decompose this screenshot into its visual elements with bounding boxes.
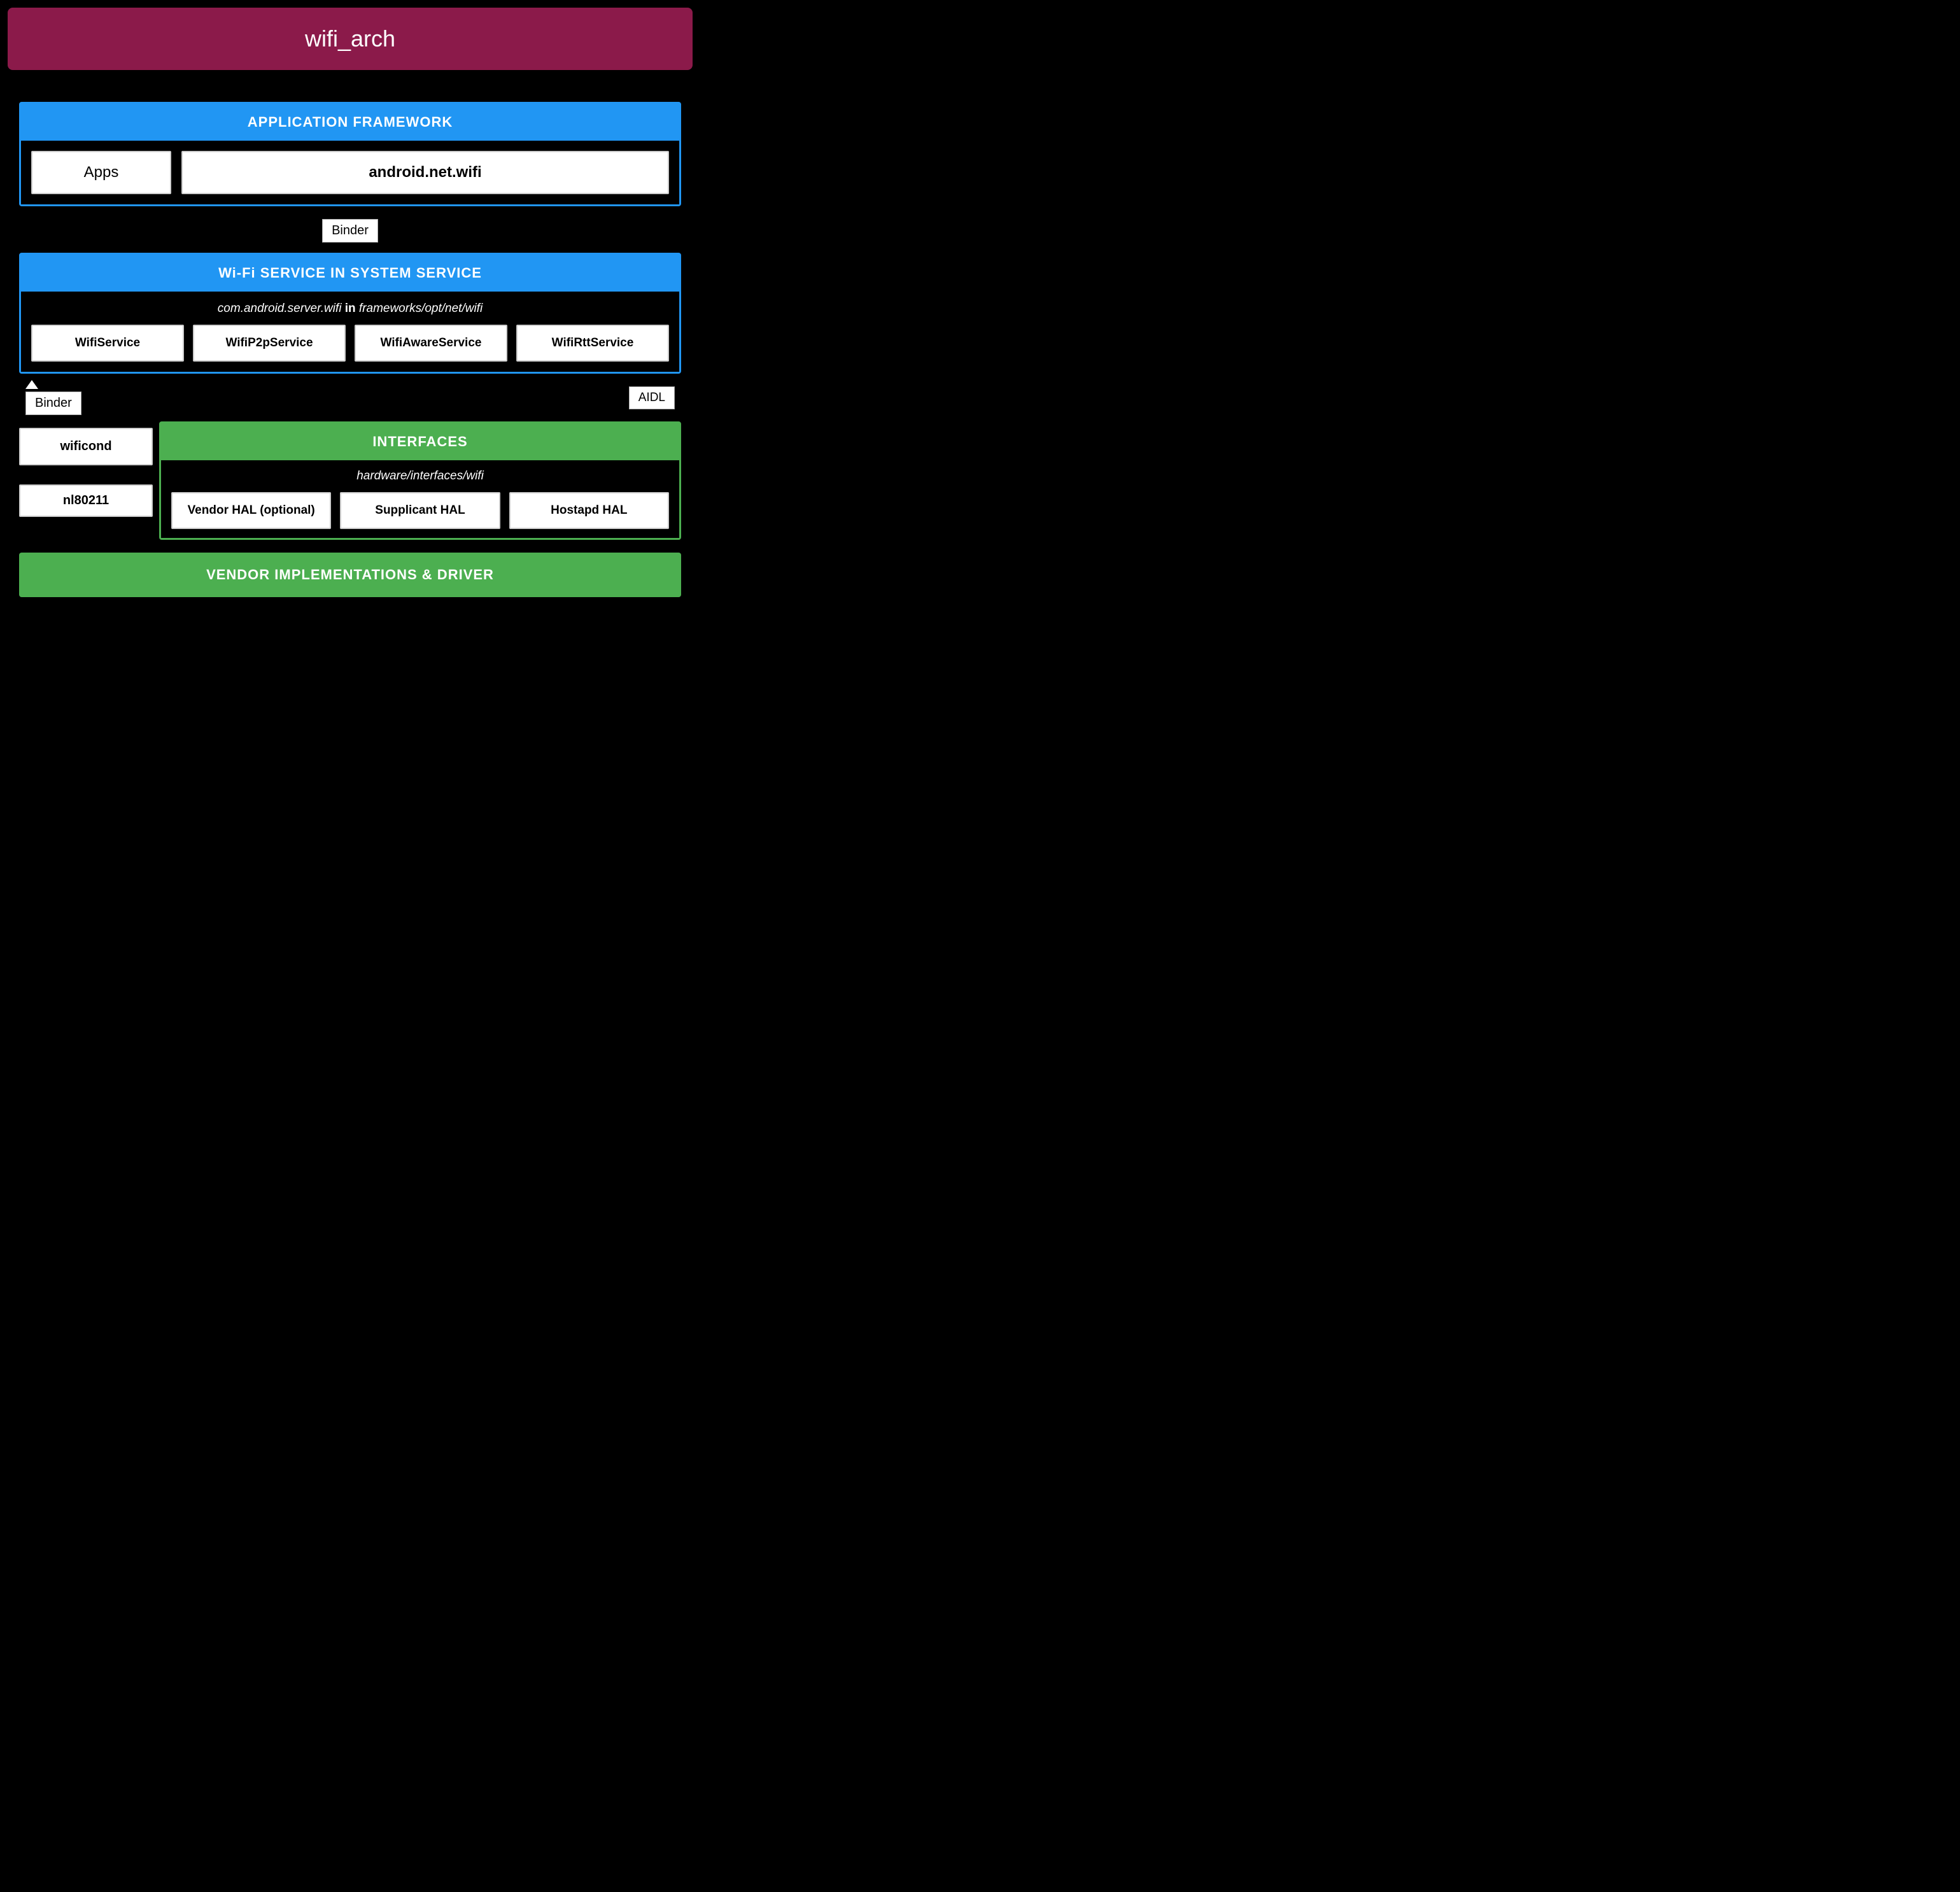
hal-row: Vendor HAL (optional) Supplicant HAL Hos… bbox=[171, 492, 669, 529]
app-framework-section: APPLICATION FRAMEWORK Apps android.net.w… bbox=[19, 102, 681, 206]
app-framework-body: Apps android.net.wifi bbox=[21, 141, 679, 204]
aidl-label: AIDL bbox=[629, 386, 675, 409]
app-framework-header: APPLICATION FRAMEWORK bbox=[21, 104, 679, 141]
wifi-aware-service-box: WifiAwareService bbox=[355, 325, 507, 362]
title-bar: wifi_arch bbox=[8, 8, 693, 70]
apps-box: Apps bbox=[31, 151, 171, 194]
supplicant-hal-box: Supplicant HAL bbox=[340, 492, 500, 529]
vendor-section: VENDOR IMPLEMENTATIONS & DRIVER bbox=[19, 553, 681, 597]
interfaces-section: INTERFACES hardware/interfaces/wifi Vend… bbox=[159, 421, 681, 540]
aidl-right-container: AIDL bbox=[629, 386, 675, 409]
android-net-wifi-box: android.net.wifi bbox=[181, 151, 669, 194]
hostapd-hal-box: Hostapd HAL bbox=[509, 492, 669, 529]
interfaces-subtitle: hardware/interfaces/wifi bbox=[171, 469, 669, 483]
interfaces-body: hardware/interfaces/wifi Vendor HAL (opt… bbox=[161, 460, 679, 538]
arrow-up-icon bbox=[25, 380, 38, 389]
binder-label-left: Binder bbox=[25, 392, 81, 415]
wifi-service-header: Wi-Fi SERVICE IN SYSTEM SERVICE bbox=[21, 255, 679, 292]
wifi-service-section: Wi-Fi SERVICE IN SYSTEM SERVICE com.andr… bbox=[19, 253, 681, 374]
interfaces-header: INTERFACES bbox=[161, 423, 679, 460]
apps-row: Apps android.net.wifi bbox=[31, 151, 669, 194]
vendor-hal-box: Vendor HAL (optional) bbox=[171, 492, 331, 529]
binder-center-container: Binder bbox=[19, 219, 681, 243]
wifi-service-box: WifiService bbox=[31, 325, 184, 362]
page-title: wifi_arch bbox=[305, 25, 395, 52]
wificond-col: wificond nl80211 bbox=[19, 421, 159, 540]
lower-section: wificond nl80211 INTERFACES hardware/int… bbox=[19, 421, 681, 540]
binder-left-container: Binder bbox=[25, 380, 81, 415]
wifi-p2p-service-box: WifiP2pService bbox=[193, 325, 346, 362]
services-row: WifiService WifiP2pService WifiAwareServ… bbox=[31, 325, 669, 362]
nl80211-box: nl80211 bbox=[19, 484, 153, 517]
binder-label-center: Binder bbox=[322, 219, 378, 243]
between-row: Binder AIDL bbox=[19, 380, 681, 415]
wifi-service-body: com.android.server.wifi in frameworks/op… bbox=[21, 292, 679, 372]
wifi-rtt-service-box: WifiRttService bbox=[516, 325, 669, 362]
wificond-box: wificond bbox=[19, 428, 153, 465]
wifi-service-subtitle: com.android.server.wifi in frameworks/op… bbox=[31, 302, 669, 316]
